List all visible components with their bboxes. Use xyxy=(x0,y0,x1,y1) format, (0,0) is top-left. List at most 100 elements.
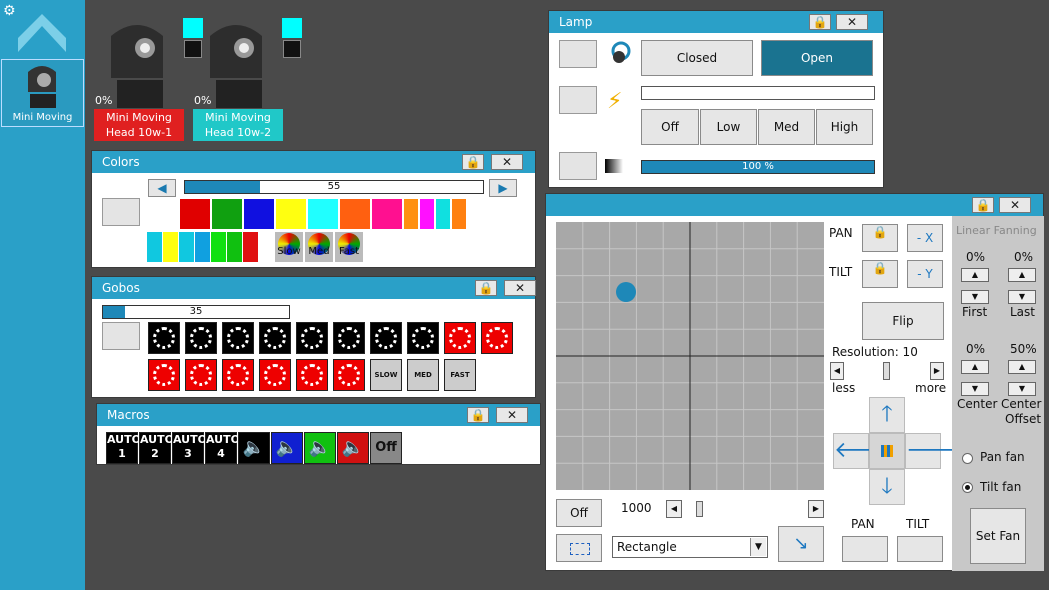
color-swatch[interactable] xyxy=(243,232,258,262)
first-down-button[interactable]: ▼ xyxy=(961,290,989,304)
gobo-button[interactable] xyxy=(333,359,365,391)
color-swatch[interactable] xyxy=(308,199,338,229)
color-swatch[interactable] xyxy=(163,232,178,262)
gobo-speed-button[interactable]: MED xyxy=(407,359,439,391)
gobo-speed-button[interactable]: SLOW xyxy=(370,359,402,391)
macro-sound-button[interactable]: 🔈 xyxy=(238,432,270,464)
last-up-button[interactable]: ▲ xyxy=(1008,268,1036,282)
fixture-card-1[interactable]: 0% Mini Moving Head 10w-1 xyxy=(93,18,203,142)
invert-y-button[interactable]: - Y xyxy=(907,260,943,288)
color-speed-button[interactable]: Slow xyxy=(275,232,303,262)
center-down-button[interactable]: ▼ xyxy=(961,382,989,396)
lamp-bar[interactable] xyxy=(641,86,875,100)
center-up-button[interactable]: ▲ xyxy=(961,360,989,374)
prev-arrow-button[interactable]: ◀ xyxy=(148,179,176,197)
pantilt-grid[interactable] xyxy=(556,222,824,490)
gobo-button[interactable] xyxy=(444,322,476,354)
select-region-button[interactable] xyxy=(556,534,602,562)
shutter-closed-button[interactable]: Closed xyxy=(641,40,753,76)
color-reset-button[interactable] xyxy=(102,198,140,226)
lock-icon[interactable]: 🔒 xyxy=(462,154,484,170)
gobo-button[interactable] xyxy=(259,359,291,391)
gobo-button[interactable] xyxy=(222,322,254,354)
color-swatch[interactable] xyxy=(404,199,418,229)
lamp-low-button[interactable]: Low xyxy=(700,109,757,145)
arrow-down-button[interactable]: 🡓 xyxy=(869,469,905,505)
pan-fan-radio[interactable] xyxy=(962,453,973,464)
resolution-right[interactable]: ▶ xyxy=(930,362,944,380)
color-swatch[interactable] xyxy=(420,199,434,229)
macro-auto-button[interactable]: AUTO 1 xyxy=(106,432,141,464)
arrow-right-button[interactable]: 🡒 xyxy=(905,433,965,469)
gobo-button[interactable] xyxy=(407,322,439,354)
dimmer-reset-button[interactable] xyxy=(559,152,597,180)
apply-shape-button[interactable]: ↘ xyxy=(778,526,824,562)
shutter-open-button[interactable]: Open xyxy=(761,40,873,76)
gobo-slider[interactable]: 35 xyxy=(102,305,290,319)
speed-slider-left[interactable]: ◀ xyxy=(666,500,682,518)
color-swatch[interactable] xyxy=(436,199,450,229)
set-fan-button[interactable]: Set Fan xyxy=(970,508,1026,564)
color-swatch[interactable] xyxy=(244,199,274,229)
tilt-value-field[interactable] xyxy=(897,536,943,562)
color-swatch[interactable] xyxy=(452,199,466,229)
gobo-button[interactable] xyxy=(370,322,402,354)
color-swatch[interactable] xyxy=(276,199,306,229)
macro-sound-button[interactable]: 🔈 xyxy=(271,432,303,464)
color-swatch[interactable] xyxy=(227,232,242,262)
dimmer-slider[interactable]: 100 % xyxy=(641,160,875,174)
resolution-thumb[interactable] xyxy=(883,362,890,380)
pan-lock-button[interactable]: 🔒 xyxy=(862,224,898,252)
gobo-button[interactable] xyxy=(185,359,217,391)
gobo-button[interactable] xyxy=(296,359,328,391)
color-swatch[interactable] xyxy=(147,232,162,262)
color-swatch[interactable] xyxy=(212,199,242,229)
offset-up-button[interactable]: ▲ xyxy=(1008,360,1036,374)
close-icon[interactable]: ✕ xyxy=(999,197,1031,213)
tilt-lock-button[interactable]: 🔒 xyxy=(862,260,898,288)
lock-icon[interactable]: 🔒 xyxy=(972,197,994,213)
arrow-up-button[interactable]: 🡑 xyxy=(869,397,905,433)
close-icon[interactable]: ✕ xyxy=(504,280,536,296)
close-icon[interactable]: ✕ xyxy=(496,407,528,423)
lamp-high-button[interactable]: High xyxy=(816,109,873,145)
speed-slider-thumb[interactable] xyxy=(696,501,703,517)
position-marker[interactable] xyxy=(616,282,636,302)
next-arrow-button[interactable]: ▶ xyxy=(489,179,517,197)
color-swatch[interactable] xyxy=(195,232,210,262)
off-button[interactable]: Off xyxy=(556,499,602,527)
color-swatch[interactable] xyxy=(180,199,210,229)
chevron-down-icon[interactable]: ▼ xyxy=(750,538,766,556)
lamp-reset-button[interactable] xyxy=(559,86,597,114)
gobo-button[interactable] xyxy=(296,322,328,354)
lock-icon[interactable]: 🔒 xyxy=(467,407,489,423)
close-icon[interactable]: ✕ xyxy=(491,154,523,170)
gobo-reset-button[interactable] xyxy=(102,322,140,350)
macro-auto-button[interactable]: AUTO 3 xyxy=(172,432,207,464)
gobo-button[interactable] xyxy=(222,359,254,391)
tilt-fan-radio[interactable] xyxy=(962,482,973,493)
flip-button[interactable]: Flip xyxy=(862,302,944,340)
resolution-left[interactable]: ◀ xyxy=(830,362,844,380)
lock-icon[interactable]: 🔒 xyxy=(475,280,497,296)
color-swatch[interactable] xyxy=(211,232,226,262)
macro-off-button[interactable]: Off xyxy=(370,432,402,464)
fixture-card-2[interactable]: 0% Mini Moving Head 10w-2 xyxy=(192,18,302,142)
speed-slider-right[interactable]: ▶ xyxy=(808,500,824,518)
first-up-button[interactable]: ▲ xyxy=(961,268,989,282)
offset-down-button[interactable]: ▼ xyxy=(1008,382,1036,396)
resolution-slider[interactable]: ◀ ▶ xyxy=(830,362,944,382)
shape-select[interactable]: Rectangle ▼ xyxy=(612,536,768,558)
gobo-speed-button[interactable]: FAST xyxy=(444,359,476,391)
color-swatch[interactable] xyxy=(372,199,402,229)
macro-auto-button[interactable]: AUTO 4 xyxy=(205,432,240,464)
color-speed-button[interactable]: Med xyxy=(305,232,333,262)
gobo-button[interactable] xyxy=(481,322,513,354)
color-speed-button[interactable]: Fast xyxy=(335,232,363,262)
lock-icon[interactable]: 🔒 xyxy=(809,14,831,30)
shutter-reset-button[interactable] xyxy=(559,40,597,68)
gobo-button[interactable] xyxy=(185,322,217,354)
macro-sound-button[interactable]: 🔈 xyxy=(304,432,336,464)
speed-slider[interactable]: ◀ ▶ xyxy=(666,499,824,519)
arrow-left-button[interactable]: 🡐 xyxy=(833,433,893,469)
